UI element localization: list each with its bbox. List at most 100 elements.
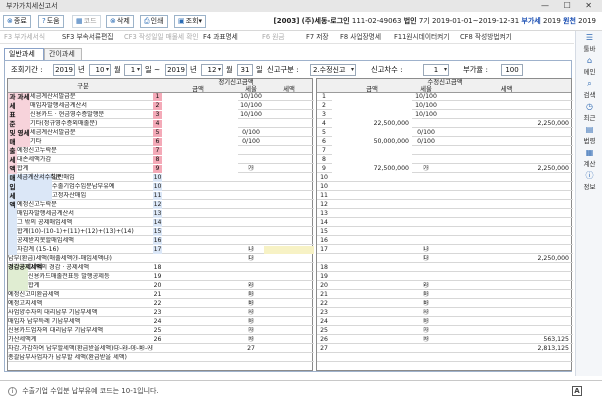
tab-general[interactable]: 일반과세	[4, 48, 44, 60]
amount-cell[interactable]	[162, 201, 238, 209]
tax-cell[interactable]	[440, 354, 573, 362]
tax-cell[interactable]	[440, 264, 573, 272]
tax-cell[interactable]	[440, 282, 573, 290]
tax-cell[interactable]	[264, 210, 314, 218]
amount-cell[interactable]	[332, 318, 412, 326]
tax-cell[interactable]	[440, 93, 573, 101]
report-seq-select[interactable]: 1 ▾	[423, 64, 449, 76]
amount-cell[interactable]	[162, 282, 238, 290]
amount-cell[interactable]	[162, 219, 238, 227]
amount-cell[interactable]	[332, 156, 412, 164]
tax-cell[interactable]	[264, 201, 314, 209]
tax-cell[interactable]	[440, 201, 573, 209]
amount-cell[interactable]	[162, 228, 238, 236]
print-button[interactable]: ⎙인쇄	[140, 15, 168, 28]
fkey-button[interactable]: F3 부가세서식	[4, 31, 45, 44]
sidebar-item-book[interactable]: ▤ 법령	[576, 125, 602, 145]
report-type-select[interactable]: 2.수정신고 ▾	[310, 64, 356, 76]
amount-cell[interactable]	[332, 102, 412, 110]
sidebar-item-info[interactable]: ⓘ 정보	[576, 171, 602, 191]
sidebar-item-clock[interactable]: ◷ 최근	[576, 102, 602, 122]
amount-cell[interactable]	[332, 228, 412, 236]
tax-cell[interactable]	[440, 129, 573, 137]
tax-cell[interactable]	[264, 183, 314, 191]
tax-cell[interactable]	[264, 273, 314, 281]
tax-cell[interactable]	[264, 219, 314, 227]
tax-cell[interactable]	[440, 183, 573, 191]
amount-cell[interactable]	[332, 93, 412, 101]
fkey-button[interactable]: F7 저장	[306, 31, 329, 44]
month-to-input[interactable]: 12 ▾	[201, 64, 223, 76]
amount-cell[interactable]	[162, 345, 238, 353]
tax-cell[interactable]	[264, 300, 314, 308]
amount-cell[interactable]	[162, 291, 238, 299]
fkey-button[interactable]: SF3 부속서류편집	[62, 31, 113, 44]
tax-cell[interactable]: 2,813,125	[440, 345, 573, 353]
tax-cell[interactable]	[264, 336, 314, 344]
amount-cell[interactable]	[162, 300, 238, 308]
amount-cell[interactable]	[332, 111, 412, 119]
day-to-input[interactable]: 31	[237, 64, 253, 76]
tax-cell[interactable]	[264, 174, 314, 182]
window-controls[interactable]: — ☐ ✕	[541, 0, 598, 12]
amount-cell[interactable]	[162, 138, 238, 146]
search-button[interactable]: ▣조회▾	[174, 15, 207, 28]
tax-cell[interactable]	[264, 156, 314, 164]
tax-cell[interactable]	[440, 111, 573, 119]
amount-cell[interactable]: 50,000,000	[332, 138, 412, 146]
tax-cell[interactable]	[264, 345, 314, 353]
fkey-button[interactable]: CF3 작성일일 매물세 확인	[124, 31, 199, 44]
tax-cell[interactable]	[440, 219, 573, 227]
sidebar-item-calculator[interactable]: ▦ 계산	[576, 148, 602, 168]
amount-cell[interactable]	[332, 192, 412, 200]
amount-cell[interactable]	[332, 273, 412, 281]
amount-cell[interactable]	[162, 183, 238, 191]
tax-cell[interactable]	[440, 318, 573, 326]
amount-cell[interactable]	[162, 336, 238, 344]
amount-cell[interactable]	[162, 237, 238, 245]
close-button[interactable]: ⊗종료	[3, 15, 31, 28]
year-from-input[interactable]: 2019	[53, 64, 75, 76]
help-button[interactable]: ?도움	[38, 15, 64, 28]
tax-cell[interactable]	[264, 327, 314, 335]
tax-cell[interactable]	[440, 192, 573, 200]
tax-cell[interactable]	[440, 237, 573, 245]
tax-cell[interactable]	[440, 291, 573, 299]
tax-cell[interactable]	[264, 147, 314, 155]
tax-cell[interactable]	[440, 228, 573, 236]
amount-cell[interactable]	[332, 354, 412, 362]
day-from-input[interactable]: 1 ▾	[124, 64, 142, 76]
tax-cell[interactable]	[440, 273, 573, 281]
tax-cell[interactable]	[264, 246, 314, 254]
amount-cell[interactable]: 22,500,000	[332, 120, 412, 128]
tab-simple[interactable]: 간이과세	[44, 48, 82, 60]
sidebar-item-search[interactable]: ⌕ 검색	[576, 79, 602, 99]
fkey-button[interactable]: F6 원금	[262, 31, 285, 44]
amount-cell[interactable]	[332, 291, 412, 299]
rate-input[interactable]: 100	[501, 64, 523, 76]
amount-cell[interactable]	[162, 264, 238, 272]
amount-cell[interactable]: 72,500,000	[332, 165, 412, 173]
amount-cell[interactable]	[162, 93, 238, 101]
amount-cell[interactable]	[332, 219, 412, 227]
amount-cell[interactable]	[162, 156, 238, 164]
amount-cell[interactable]	[162, 354, 238, 362]
month-from-input[interactable]: 10 ▾	[89, 64, 111, 76]
year-to-input[interactable]: 2019	[165, 64, 187, 76]
tax-cell[interactable]	[264, 138, 314, 146]
tax-cell[interactable]	[264, 228, 314, 236]
tax-cell[interactable]	[264, 120, 314, 128]
tax-cell[interactable]	[440, 309, 573, 317]
tax-cell[interactable]	[264, 129, 314, 137]
amount-cell[interactable]	[332, 183, 412, 191]
sidebar-item-menu[interactable]: ☰ 툴바	[576, 33, 602, 53]
amount-cell[interactable]	[332, 210, 412, 218]
tax-cell[interactable]	[440, 210, 573, 218]
amount-cell[interactable]	[162, 255, 238, 263]
amount-cell[interactable]	[162, 309, 238, 317]
amount-cell[interactable]	[332, 327, 412, 335]
amount-cell[interactable]	[162, 210, 238, 218]
tax-cell[interactable]	[264, 255, 314, 263]
fkey-button[interactable]: F4 과표명세	[203, 31, 238, 44]
tax-cell[interactable]	[440, 102, 573, 110]
